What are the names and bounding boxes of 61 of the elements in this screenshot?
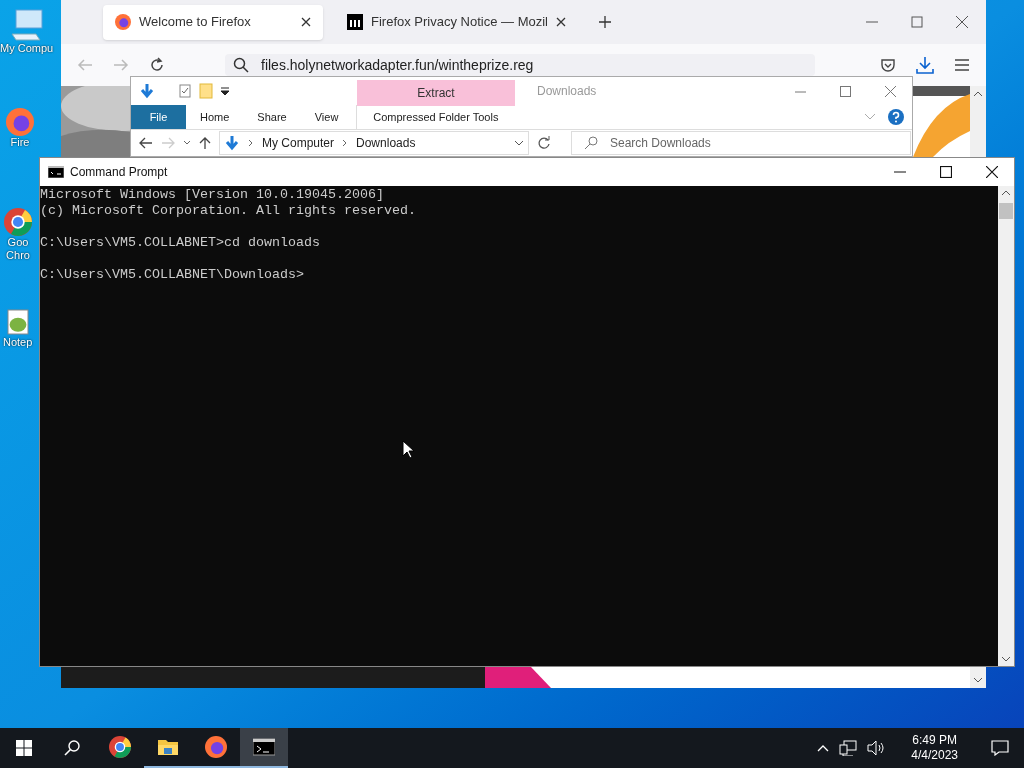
dropdown-icon[interactable] xyxy=(221,87,229,95)
chevron-icon xyxy=(248,139,254,147)
search-icon[interactable] xyxy=(64,740,80,756)
refresh-icon[interactable] xyxy=(537,136,551,150)
url-field[interactable]: files.holynetworkadapter.fun/wintheprize.reg xyxy=(225,54,815,76)
breadcrumb-item[interactable]: Downloads xyxy=(356,134,416,152)
context-tab-header: Extract xyxy=(357,79,515,106)
terminal-line: C:\Users\VM5.COLLABNET\Downloads> xyxy=(40,267,305,283)
search-icon xyxy=(584,136,598,150)
back-icon[interactable] xyxy=(139,137,153,149)
close-icon[interactable] xyxy=(986,166,998,178)
terminal-line: (c) Microsoft Corporation. All rights reserved. xyxy=(40,203,417,219)
properties-icon[interactable] xyxy=(179,84,191,98)
notification-icon[interactable] xyxy=(991,740,1009,756)
search-icon xyxy=(233,57,249,73)
network-icon[interactable] xyxy=(839,740,858,756)
mouse-cursor-icon xyxy=(402,440,414,459)
ribbon-tab[interactable]: View xyxy=(300,105,353,129)
download-arrow-icon[interactable] xyxy=(139,83,155,99)
chevron-up-icon[interactable] xyxy=(817,744,830,752)
computer-icon[interactable] xyxy=(9,8,44,42)
scrollbar[interactable] xyxy=(998,186,1014,666)
dropdown-icon[interactable] xyxy=(514,140,524,146)
address-bar[interactable]: My Computer Downloads xyxy=(219,131,529,155)
pocket-icon[interactable] xyxy=(880,57,896,73)
new-tab-icon[interactable] xyxy=(598,15,612,29)
browser-tab[interactable]: Welcome to Firefox xyxy=(103,4,323,40)
start-icon[interactable] xyxy=(16,740,32,756)
firefox-icon[interactable] xyxy=(205,736,227,758)
search-field[interactable]: Search Downloads xyxy=(571,131,911,155)
window-title: Downloads xyxy=(537,83,597,100)
clock-date[interactable]: 4/4/2023 xyxy=(911,748,958,763)
close-icon[interactable] xyxy=(301,17,311,27)
window-title: Command Prompt xyxy=(70,164,168,181)
chrome-icon[interactable] xyxy=(109,736,131,758)
up-icon[interactable] xyxy=(199,137,211,149)
clock-time[interactable]: 6:49 PM xyxy=(912,733,957,748)
close-icon[interactable] xyxy=(556,17,566,27)
ribbon-tab[interactable]: File xyxy=(131,105,186,129)
menu-icon[interactable] xyxy=(954,58,970,72)
terminal-icon xyxy=(48,166,64,178)
ribbon-tab[interactable]: Share xyxy=(243,105,301,129)
terminal-line: C:\Users\VM5.COLLABNET>cd downloads xyxy=(40,235,321,251)
chevron-icon[interactable] xyxy=(183,140,191,146)
ribbon-tab[interactable]: Compressed Folder Tools xyxy=(356,105,515,129)
terminal-icon[interactable] xyxy=(253,736,275,758)
reload-icon[interactable] xyxy=(149,57,165,73)
breadcrumb-item[interactable]: My Computer xyxy=(262,134,335,152)
firefox-icon[interactable] xyxy=(115,14,131,30)
close-icon[interactable] xyxy=(956,16,968,28)
taskbar-app-button[interactable] xyxy=(240,728,288,768)
download-arrow-icon xyxy=(224,135,240,151)
terminal-line: Microsoft Windows [Version 10.0.19045.2006] xyxy=(40,187,385,203)
maximize-icon[interactable] xyxy=(940,166,952,178)
ribbon-tab[interactable]: Home xyxy=(186,105,244,129)
mozilla-icon xyxy=(347,14,363,30)
volume-icon[interactable] xyxy=(867,740,886,756)
help-icon[interactable] xyxy=(888,109,904,125)
download-icon[interactable] xyxy=(916,56,934,74)
browser-tab[interactable]: Firefox Privacy Notice — Mozil xyxy=(335,4,578,40)
chevron-icon xyxy=(342,139,349,147)
